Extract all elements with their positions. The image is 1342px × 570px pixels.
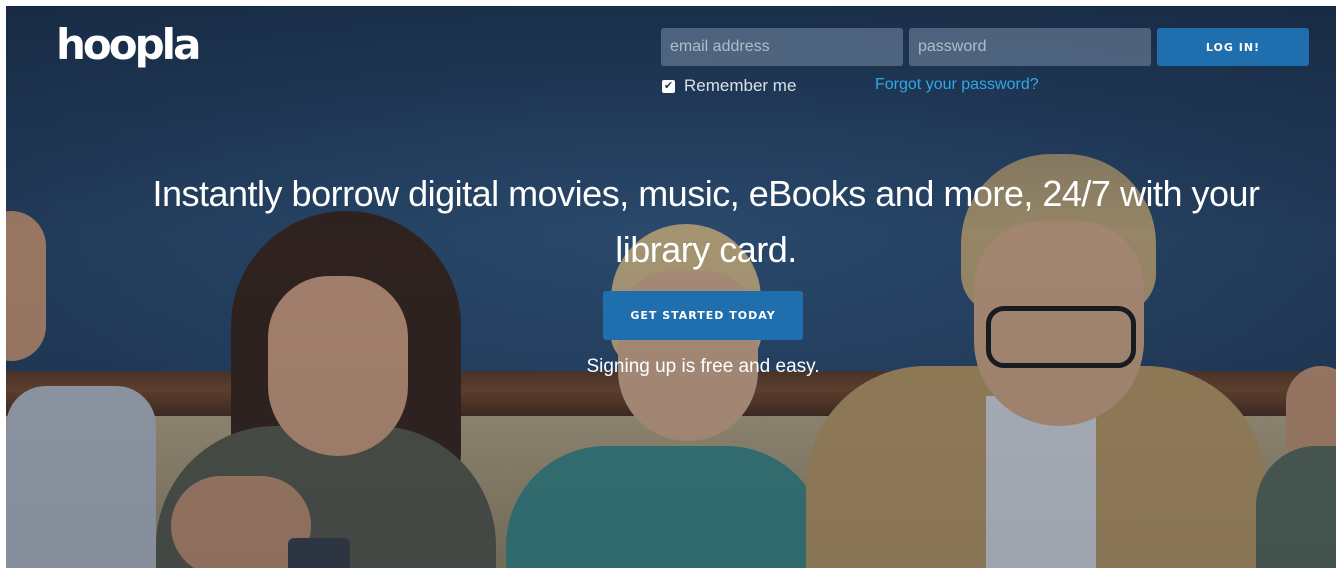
forgot-password-link[interactable]: Forgot your password? (875, 76, 1039, 94)
get-started-button[interactable]: GET STARTED TODAY (603, 291, 803, 340)
remember-me[interactable]: ✔ Remember me (662, 76, 796, 96)
remember-me-label: Remember me (684, 76, 797, 95)
login-button[interactable]: LOG IN! (1157, 28, 1309, 66)
hero-headline: Instantly borrow digital movies, music, … (152, 173, 1260, 270)
password-input[interactable] (909, 28, 1151, 66)
hero-section: hoopla LOG IN! ✔ Remember me Forgot your… (6, 6, 1336, 568)
checkbox-checked-icon[interactable]: ✔ (662, 79, 675, 93)
signup-subtext: Signing up is free and easy. (586, 356, 820, 377)
email-input[interactable] (661, 28, 903, 66)
hoopla-logo[interactable]: hoopla (56, 21, 201, 69)
